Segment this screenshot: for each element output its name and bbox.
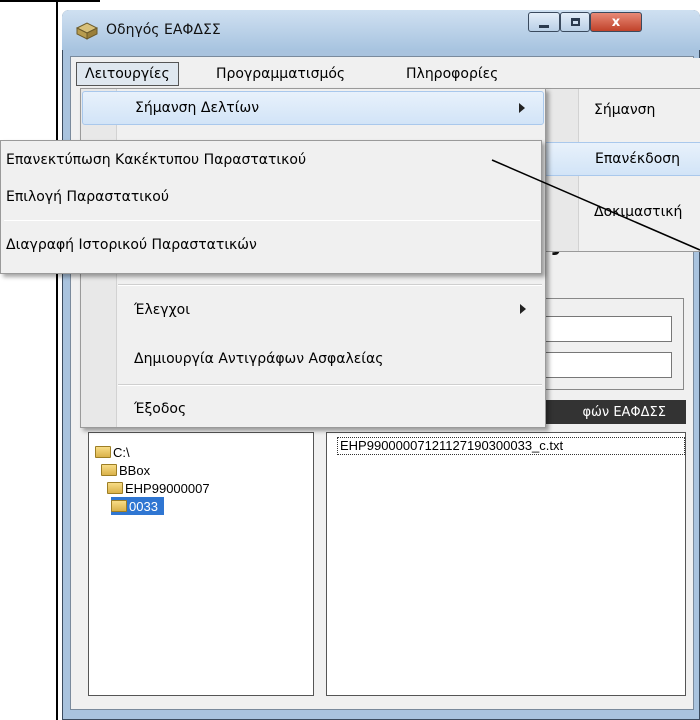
- tree-item-0033[interactable]: 0033: [111, 497, 164, 515]
- close-icon: x: [611, 14, 621, 30]
- menu-programming[interactable]: Προγραμματισμός: [208, 62, 353, 86]
- popup-separator: [4, 220, 540, 221]
- dropdown-item-checks[interactable]: Έλεγχοι: [82, 293, 544, 327]
- tree-item-label: BBox: [119, 462, 151, 478]
- tree-item-label: EHP99000007: [125, 480, 210, 496]
- folder-tree[interactable]: C:\ BBox EHP99000007 0033: [88, 432, 314, 696]
- submenu-arrow-icon: [520, 304, 526, 314]
- dropdown-separator: [118, 384, 542, 386]
- file-list-item[interactable]: EHP99000007121127190300033_c.txt: [337, 437, 685, 455]
- dropdown-separator: [118, 284, 542, 286]
- dropdown-item-backup[interactable]: Δημιουργία Αντιγράφων Ασφαλείας: [82, 342, 544, 376]
- dropdown-item-label: Σήμανση Δελτίων: [135, 100, 260, 116]
- popup-item-delete-history[interactable]: Διαγραφή Ιστορικού Παραστατικών: [2, 228, 540, 262]
- text-field-1[interactable]: [540, 316, 672, 342]
- folder-icon: [101, 464, 117, 476]
- popup-item-select[interactable]: Επιλογή Παραστατικού: [2, 180, 540, 214]
- dropdown-item-label: Έλεγχοι: [134, 302, 190, 318]
- dropdown-item-label: Έξοδος: [134, 401, 187, 417]
- folder-icon: [107, 482, 123, 494]
- app-icon: [75, 22, 99, 40]
- minimize-icon: [539, 24, 549, 28]
- tree-item-label: 0033: [129, 498, 158, 514]
- header-strip-text: φών ΕΑΦΔΣΣ: [582, 404, 666, 420]
- folder-open-icon: [111, 500, 127, 512]
- submenu-item-reissue[interactable]: Επανέκδοση: [544, 142, 700, 176]
- submenu-item-signing[interactable]: Σήμανση: [544, 93, 700, 127]
- dropdown-item-exit[interactable]: Έξοδος: [82, 392, 544, 426]
- menu-info[interactable]: Πληροφορίες: [398, 62, 506, 86]
- popup-item-reprint[interactable]: Επανεκτύπωση Κακέκτυπου Παραστατικού: [2, 143, 540, 177]
- close-button[interactable]: x: [590, 12, 642, 32]
- tree-item-label: C:\: [113, 444, 130, 460]
- tree-item-ehp[interactable]: EHP99000007: [107, 479, 210, 497]
- window-title: Οδηγός ΕΑΦΔΣΣ: [106, 22, 221, 38]
- file-list[interactable]: EHP99000007121127190300033_c.txt: [326, 432, 686, 696]
- frame-left-line: [56, 0, 58, 720]
- folder-icon: [95, 446, 111, 458]
- tree-item-bbox[interactable]: BBox: [101, 461, 150, 479]
- text-field-2[interactable]: [540, 352, 672, 378]
- frame-top-line: [0, 0, 100, 2]
- menu-functions[interactable]: Λειτουργίες: [76, 62, 179, 86]
- submenu-item-test[interactable]: Δοκιμαστική: [544, 195, 700, 229]
- dropdown-item-signing[interactable]: Σήμανση Δελτίων: [82, 91, 544, 125]
- submenu-arrow-icon: [519, 103, 525, 113]
- dropdown-item-label: Δημιουργία Αντιγράφων Ασφαλείας: [134, 351, 384, 367]
- maximize-icon: [570, 18, 580, 26]
- minimize-button[interactable]: [528, 12, 560, 32]
- tree-item-drive-c[interactable]: C:\: [95, 443, 130, 461]
- maximize-button[interactable]: [560, 12, 590, 32]
